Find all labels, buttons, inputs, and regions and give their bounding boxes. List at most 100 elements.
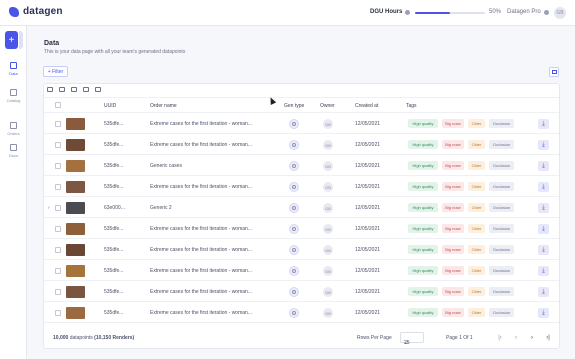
next-page-icon[interactable]: › bbox=[527, 333, 537, 343]
tag-high-quality[interactable]: High quality bbox=[408, 140, 438, 149]
row-checkbox[interactable] bbox=[55, 205, 61, 211]
tag-occlusion[interactable]: Occlusion bbox=[489, 203, 514, 212]
tag-older[interactable]: Older bbox=[468, 140, 485, 149]
tag-high-quality[interactable]: High quality bbox=[408, 203, 438, 212]
cell-order-name[interactable]: Extreme cases for the first iteration - … bbox=[150, 142, 252, 148]
sidebar-item-catalog[interactable]: Catalog bbox=[0, 89, 27, 103]
row-download-button[interactable]: ⤓ bbox=[538, 119, 549, 129]
tag-occlusion[interactable]: Occlusion bbox=[489, 245, 514, 254]
cell-order-name[interactable]: Extreme cases for the first iteration - … bbox=[150, 226, 252, 232]
datapoint-thumbnail[interactable] bbox=[66, 286, 85, 298]
table-row[interactable]: 535dfe... Extreme cases for the first ite… bbox=[44, 282, 559, 302]
datapoint-thumbnail[interactable] bbox=[66, 223, 85, 235]
tag-big-nose[interactable]: Big nose bbox=[442, 182, 464, 191]
tag-high-quality[interactable]: High quality bbox=[408, 224, 438, 233]
header-gen-type[interactable]: Gen type bbox=[284, 103, 304, 109]
datapoint-thumbnail[interactable] bbox=[66, 244, 85, 256]
tag-big-nose[interactable]: Big nose bbox=[442, 308, 464, 317]
tag-occlusion[interactable]: Occlusion bbox=[489, 119, 514, 128]
sidebar-item-orders[interactable]: Orders bbox=[0, 122, 27, 136]
row-checkbox[interactable] bbox=[55, 121, 61, 127]
tag-high-quality[interactable]: High quality bbox=[408, 245, 438, 254]
select-all-checkbox[interactable] bbox=[55, 102, 61, 108]
table-row[interactable]: 535dfe... Extreme cases for the first ite… bbox=[44, 303, 559, 323]
code-icon[interactable] bbox=[83, 87, 89, 92]
tag-big-nose[interactable]: Big nose bbox=[442, 161, 464, 170]
datapoint-thumbnail[interactable] bbox=[66, 160, 85, 172]
row-download-button[interactable]: ⤓ bbox=[538, 308, 549, 318]
logo[interactable]: datagen bbox=[9, 6, 63, 17]
tag-occlusion[interactable]: Occlusion bbox=[489, 308, 514, 317]
row-checkbox[interactable] bbox=[55, 268, 61, 274]
row-download-button[interactable]: ⤓ bbox=[538, 140, 549, 150]
tag-older[interactable]: Older bbox=[468, 224, 485, 233]
row-download-button[interactable]: ⤓ bbox=[538, 161, 549, 171]
header-tags[interactable]: Tags bbox=[406, 103, 417, 109]
header-order-name[interactable]: Order name bbox=[150, 103, 177, 109]
trash-icon[interactable] bbox=[59, 87, 65, 92]
tag-high-quality[interactable]: High quality bbox=[408, 308, 438, 317]
add-button[interactable]: + bbox=[5, 31, 18, 49]
tag-older[interactable]: Older bbox=[468, 245, 485, 254]
tag-occlusion[interactable]: Occlusion bbox=[489, 287, 514, 296]
tag-occlusion[interactable]: Occlusion bbox=[489, 266, 514, 275]
tag-occlusion[interactable]: Occlusion bbox=[489, 224, 514, 233]
tag-occlusion[interactable]: Occlusion bbox=[489, 161, 514, 170]
datapoint-thumbnail[interactable] bbox=[66, 139, 85, 151]
add-button-dropdown[interactable] bbox=[19, 31, 23, 49]
table-row[interactable]: › 63e000... Generic 2 GB 12/05/2021 High qual… bbox=[44, 198, 559, 218]
row-checkbox[interactable] bbox=[55, 184, 61, 190]
cell-order-name[interactable]: Extreme cases for the first iteration - … bbox=[150, 121, 252, 127]
plan-info-icon[interactable] bbox=[543, 9, 549, 15]
table-row[interactable]: 535dfe... Extreme cases for the first ite… bbox=[44, 114, 559, 134]
first-page-icon[interactable]: |‹ bbox=[495, 333, 505, 343]
datapoint-thumbnail[interactable] bbox=[66, 265, 85, 277]
datapoint-thumbnail[interactable] bbox=[66, 202, 85, 214]
tag-older[interactable]: Older bbox=[468, 203, 485, 212]
tag-occlusion[interactable]: Occlusion bbox=[489, 182, 514, 191]
row-download-button[interactable]: ⤓ bbox=[538, 245, 549, 255]
tag-older[interactable]: Older bbox=[468, 161, 485, 170]
cell-order-name[interactable]: Generic 2 bbox=[150, 205, 172, 211]
tag-high-quality[interactable]: High quality bbox=[408, 119, 438, 128]
row-checkbox[interactable] bbox=[55, 226, 61, 232]
download-icon[interactable] bbox=[95, 87, 101, 92]
datapoint-thumbnail[interactable] bbox=[66, 181, 85, 193]
tag-big-nose[interactable]: Big nose bbox=[442, 140, 464, 149]
row-checkbox[interactable] bbox=[55, 310, 61, 316]
tag-older[interactable]: Older bbox=[468, 308, 485, 317]
info-icon[interactable] bbox=[405, 9, 411, 15]
tag-big-nose[interactable]: Big nose bbox=[442, 287, 464, 296]
eye-icon[interactable] bbox=[47, 87, 53, 92]
header-created-at[interactable]: Created at bbox=[355, 103, 378, 109]
tag-older[interactable]: Older bbox=[468, 266, 485, 275]
row-download-button[interactable]: ⤓ bbox=[538, 287, 549, 297]
prev-page-icon[interactable]: ‹ bbox=[511, 333, 521, 343]
header-uuid[interactable]: UUID bbox=[104, 103, 116, 109]
tag-occlusion[interactable]: Occlusion bbox=[489, 140, 514, 149]
tag-older[interactable]: Older bbox=[468, 287, 485, 296]
datapoint-thumbnail[interactable] bbox=[66, 307, 85, 319]
cell-order-name[interactable]: Extreme cases for the first iteration - … bbox=[150, 184, 252, 190]
table-row[interactable]: 535dfe... Generic cases GB 12/05/2021 High q… bbox=[44, 156, 559, 176]
table-row[interactable]: 535dfe... Extreme cases for the first ite… bbox=[44, 240, 559, 260]
header-owner[interactable]: Owner bbox=[320, 103, 335, 109]
datapoint-thumbnail[interactable] bbox=[66, 118, 85, 130]
row-checkbox[interactable] bbox=[55, 289, 61, 295]
row-download-button[interactable]: ⤓ bbox=[538, 224, 549, 234]
tag-high-quality[interactable]: High quality bbox=[408, 287, 438, 296]
filter-button[interactable]: + Filter bbox=[43, 66, 68, 77]
user-avatar[interactable]: GB bbox=[554, 7, 566, 19]
row-checkbox[interactable] bbox=[55, 142, 61, 148]
row-checkbox[interactable] bbox=[55, 163, 61, 169]
tag-high-quality[interactable]: High quality bbox=[408, 182, 438, 191]
tag-big-nose[interactable]: Big nose bbox=[442, 224, 464, 233]
tag-older[interactable]: Older bbox=[468, 119, 485, 128]
sidebar-item-data[interactable]: Data bbox=[0, 62, 27, 76]
tag-older[interactable]: Older bbox=[468, 182, 485, 191]
row-download-button[interactable]: ⤓ bbox=[538, 266, 549, 276]
table-row[interactable]: 535dfe... Extreme cases for the first ite… bbox=[44, 261, 559, 281]
tag-high-quality[interactable]: High quality bbox=[408, 266, 438, 275]
tag-icon[interactable] bbox=[71, 87, 77, 92]
table-row[interactable]: 535dfe... Extreme cases for the first ite… bbox=[44, 219, 559, 239]
